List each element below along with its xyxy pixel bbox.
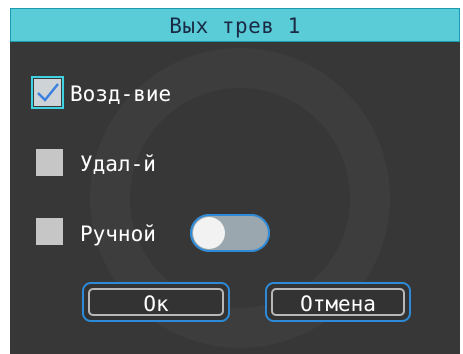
ok-button-label: Ок	[143, 292, 169, 316]
cancel-button-label: Отмена	[300, 292, 376, 316]
alarm-output-dialog: Вых трев 1 Возд-вие Удал-й Ручной Ок Отм…	[10, 8, 460, 354]
impact-checkbox[interactable]	[31, 76, 64, 109]
cancel-button[interactable]: Отмена	[265, 282, 411, 322]
ok-button[interactable]: Ок	[82, 282, 230, 322]
manual-checkbox[interactable]	[36, 218, 63, 245]
manual-label: Ручной	[80, 222, 156, 246]
manual-toggle-switch[interactable]	[190, 214, 270, 252]
remote-checkbox[interactable]	[36, 149, 63, 176]
toggle-knob[interactable]	[193, 217, 225, 249]
check-icon	[37, 83, 59, 102]
impact-label: Возд-вие	[70, 82, 172, 106]
option-row-manual[interactable]: Ручной	[10, 214, 310, 254]
dialog-title-bar: Вых трев 1	[10, 8, 460, 42]
dialog-title: Вых трев 1	[169, 14, 301, 38]
remote-label: Удал-й	[80, 152, 156, 176]
